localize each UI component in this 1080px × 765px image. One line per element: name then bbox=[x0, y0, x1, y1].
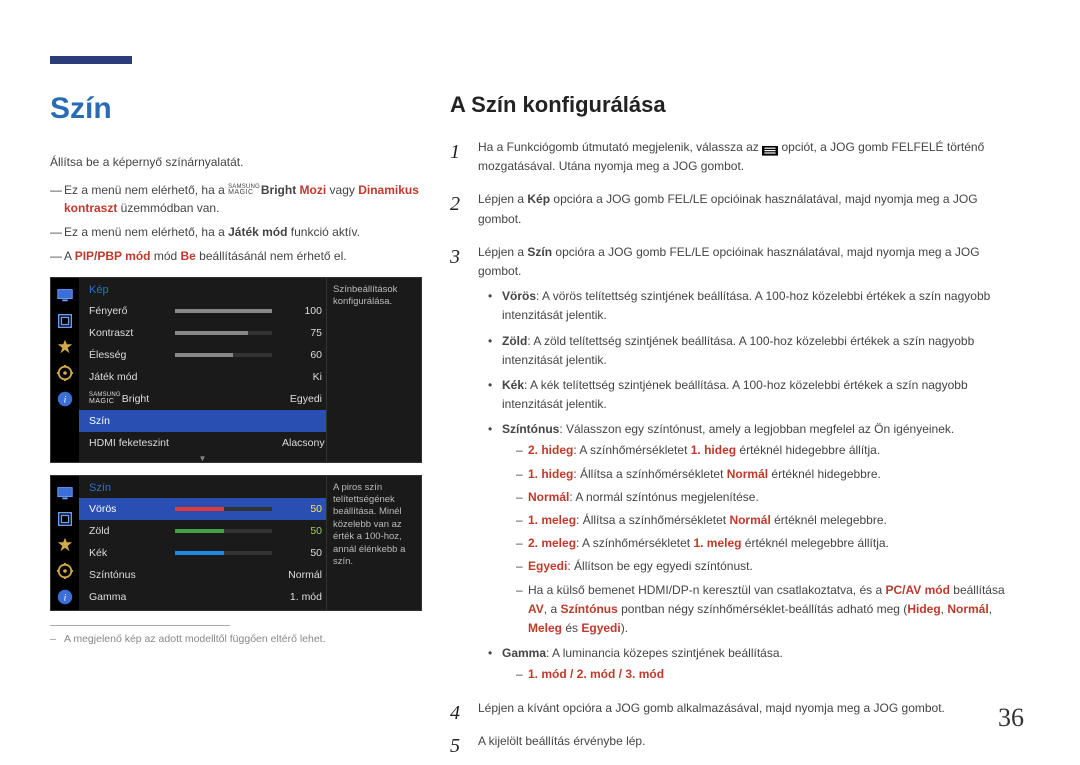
page-number: 36 bbox=[998, 703, 1024, 733]
osd-sidebar-icons: i bbox=[51, 476, 79, 610]
osd-row-value: Alacsony bbox=[282, 437, 326, 449]
sub-item: 1. mód / 2. mód / 3. mód bbox=[516, 665, 1015, 684]
menu-icon bbox=[762, 143, 778, 153]
bullet-list: Vörös: A vörös telítettség szintjének be… bbox=[478, 287, 1015, 684]
osd-row: Élesség 60 bbox=[79, 344, 326, 366]
osd-row-label: Játék mód bbox=[89, 371, 175, 383]
osd-row-value: 50 bbox=[282, 503, 326, 515]
osd-row-value: 1. mód bbox=[282, 591, 326, 603]
osd-help-text: Színbeállítások konfigurálása. bbox=[326, 278, 421, 462]
bullet-item: Színtónus: Válasszon egy színtónust, ame… bbox=[492, 420, 1015, 638]
note-item: Ez a menü nem elérhető, ha a SAMSUNGMAGI… bbox=[50, 181, 420, 217]
osd-header: Kép bbox=[79, 278, 326, 300]
osd-row-label: Fényerő bbox=[89, 305, 175, 317]
osd-row: Szín bbox=[79, 410, 326, 432]
info-icon: i bbox=[51, 386, 79, 412]
header-accent-bar bbox=[50, 56, 132, 64]
osd-sidebar-icons: i bbox=[51, 278, 79, 462]
footnote-rule bbox=[50, 625, 230, 626]
osd-row-value: 50 bbox=[282, 525, 326, 537]
osd-row-label: Gamma bbox=[89, 591, 175, 603]
osd-row: Fényerő 100 bbox=[79, 300, 326, 322]
intro-text: Állítsa be a képernyő színárnyalatát. bbox=[50, 154, 420, 171]
bullet-item: Vörös: A vörös telítettség szintjének be… bbox=[492, 287, 1015, 325]
osd-slider bbox=[175, 353, 272, 357]
step-item: Lépjen a Kép opcióra a JOG gomb FEL/LE o… bbox=[450, 190, 1015, 228]
info-icon: i bbox=[51, 584, 79, 610]
osd-menu-kep: i Kép Fényerő 100 Kontraszt 75 Élesség 60 Játé… bbox=[50, 277, 422, 463]
osd-row-label: HDMI feketeszint bbox=[89, 437, 175, 449]
osd-row-value: Egyedi bbox=[282, 393, 326, 405]
svg-text:i: i bbox=[64, 592, 67, 603]
sub-item: Normál: A normál színtónus megjelenítése… bbox=[516, 488, 1015, 507]
note-item: Ez a menü nem elérhető, ha a Játék mód f… bbox=[50, 223, 420, 241]
osd-row-label: Vörös bbox=[89, 503, 175, 515]
osd-row: Kék 50 bbox=[79, 542, 326, 564]
bullet-item: Zöld: A zöld telítettség szintjének beál… bbox=[492, 332, 1015, 370]
osd-row: HDMI feketeszint Alacsony bbox=[79, 432, 326, 454]
notes-list: Ez a menü nem elérhető, ha a SAMSUNGMAGI… bbox=[50, 181, 420, 265]
steps-list: Ha a Funkciógomb útmutató megjelenik, vá… bbox=[450, 138, 1015, 751]
sub-list: 1. mód / 2. mód / 3. mód bbox=[502, 665, 1015, 684]
osd-row-label: Szín bbox=[89, 415, 175, 427]
sub-list: 2. hideg: A színhőmérsékletet 1. hideg é… bbox=[502, 441, 1015, 638]
osd-row-label: Színtónus bbox=[89, 569, 175, 581]
osd-row-label: SAMSUNGMAGICBright bbox=[89, 393, 175, 405]
osd-row-label: Kontraszt bbox=[89, 327, 175, 339]
left-column: Szín Állítsa be a képernyő színárnyalatá… bbox=[50, 92, 450, 765]
osd-row: Színtónus Normál bbox=[79, 564, 326, 586]
osd-scroll-arrow: ▼ bbox=[79, 454, 326, 462]
sub-item: Egyedi: Állítson be egy egyedi színtónus… bbox=[516, 557, 1015, 576]
sub-item: 2. hideg: A színhőmérsékletet 1. hideg é… bbox=[516, 441, 1015, 460]
sub-item: Ha a külső bemenet HDMI/DP-n keresztül v… bbox=[516, 581, 1015, 639]
osd-row-value: 75 bbox=[282, 327, 326, 339]
note-item: A PIP/PBP mód mód Be beállításánál nem é… bbox=[50, 247, 420, 265]
step-item: Ha a Funkciógomb útmutató megjelenik, vá… bbox=[450, 138, 1015, 176]
osd-slider bbox=[175, 551, 272, 555]
pip-icon bbox=[51, 308, 79, 334]
gear-icon bbox=[51, 360, 79, 386]
step-item: Lépjen a Szín opcióra a JOG gomb FEL/LE … bbox=[450, 243, 1015, 685]
monitor-icon bbox=[51, 282, 79, 308]
step-item: Lépjen a kívánt opcióra a JOG gomb alkal… bbox=[450, 699, 1015, 718]
osd-row-value: Normál bbox=[282, 569, 326, 581]
right-column: A Szín konfigurálása Ha a Funkciógomb út… bbox=[450, 92, 1015, 765]
osd-slider bbox=[175, 309, 272, 313]
footnote: A megjelenő kép az adott modelltől függő… bbox=[50, 632, 420, 647]
osd-row: Vörös 50 bbox=[79, 498, 326, 520]
osd-help-text: A piros szín telítettségének beállítása.… bbox=[326, 476, 421, 610]
osd-row-value: 50 bbox=[282, 547, 326, 559]
osd-slider bbox=[175, 331, 272, 335]
bullet-item: Kék: A kék telítettség szintjének beállí… bbox=[492, 376, 1015, 414]
osd-slider bbox=[175, 507, 272, 511]
osd-row: SAMSUNGMAGICBright Egyedi bbox=[79, 388, 326, 410]
monitor-icon bbox=[51, 480, 79, 506]
step-item: A kijelölt beállítás érvénybe lép. bbox=[450, 732, 1015, 751]
osd-slider bbox=[175, 529, 272, 533]
pip-icon bbox=[51, 506, 79, 532]
gear-icon bbox=[51, 558, 79, 584]
star-icon bbox=[51, 334, 79, 360]
osd-row: Játék mód Ki bbox=[79, 366, 326, 388]
osd-row-value: 100 bbox=[282, 305, 326, 317]
star-icon bbox=[51, 532, 79, 558]
svg-text:i: i bbox=[64, 394, 67, 405]
osd-header: Szín bbox=[79, 476, 326, 498]
section-title: A Szín konfigurálása bbox=[450, 92, 1015, 118]
sub-item: 1. hideg: Állítsa a színhőmérsékletet No… bbox=[516, 465, 1015, 484]
osd-row: Zöld 50 bbox=[79, 520, 326, 542]
sub-item: 2. meleg: A színhőmérsékletet 1. meleg é… bbox=[516, 534, 1015, 553]
osd-row-label: Zöld bbox=[89, 525, 175, 537]
osd-row-value: 60 bbox=[282, 349, 326, 361]
bullet-item: Gamma: A luminancia közepes szintjének b… bbox=[492, 644, 1015, 684]
osd-row: Gamma 1. mód bbox=[79, 586, 326, 608]
sub-item: 1. meleg: Állítsa a színhőmérsékletet No… bbox=[516, 511, 1015, 530]
osd-row: Kontraszt 75 bbox=[79, 322, 326, 344]
samsung-magic-logo: SAMSUNGMAGIC bbox=[228, 185, 260, 197]
page-title: Szín bbox=[50, 92, 420, 126]
osd-menu-szin: i Szín Vörös 50 Zöld 50 Kék 50 Színtónus Normál… bbox=[50, 475, 422, 611]
osd-row-label: Élesség bbox=[89, 349, 175, 361]
osd-row-label: Kék bbox=[89, 547, 175, 559]
osd-row-value: Ki bbox=[282, 371, 326, 383]
